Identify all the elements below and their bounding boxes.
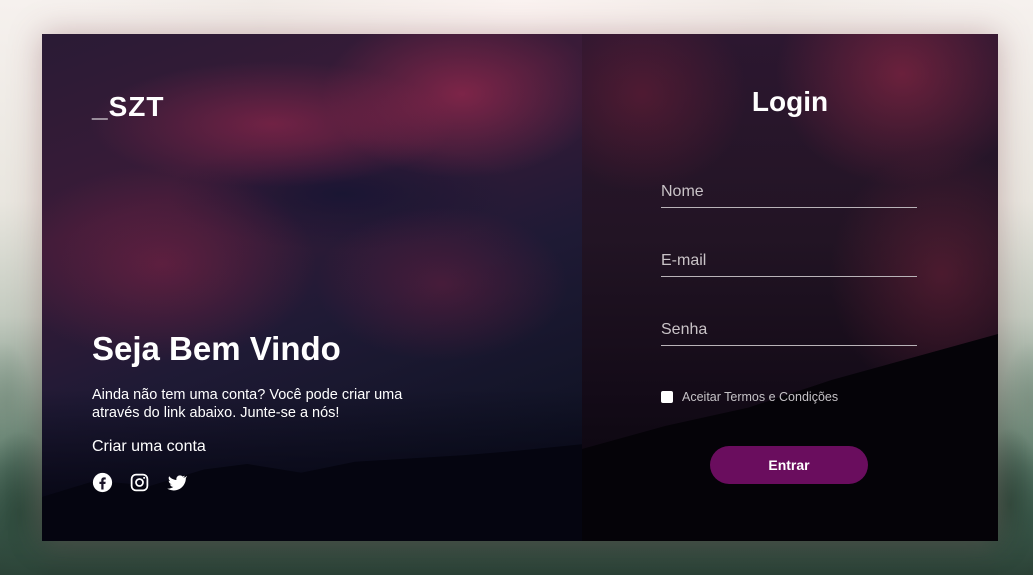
welcome-description: Ainda não tem uma conta? Você pode criar… (92, 387, 403, 421)
name-field (661, 176, 917, 208)
welcome-panel: _SZT Seja Bem Vindo Ainda não tem uma co… (42, 34, 582, 541)
password-input[interactable] (661, 314, 917, 345)
create-account-link[interactable]: Criar uma conta (92, 438, 206, 456)
terms-checkbox[interactable] (661, 391, 673, 403)
login-button[interactable]: Entrar (710, 446, 868, 484)
login-title: Login (751, 86, 829, 117)
login-panel: Login Aceitar Termos e Condições Entrar (582, 34, 998, 541)
facebook-icon[interactable] (92, 472, 113, 493)
email-field (661, 245, 917, 277)
social-links (92, 472, 187, 493)
welcome-title: Seja Bem Vindo (92, 330, 341, 367)
twitter-icon[interactable] (166, 472, 187, 493)
name-input[interactable] (661, 176, 917, 207)
terms-label: Aceitar Termos e Condições (682, 390, 839, 404)
instagram-icon[interactable] (129, 472, 150, 493)
brand-logo: _SZT (92, 91, 165, 122)
password-field (661, 314, 917, 346)
login-card: _SZT Seja Bem Vindo Ainda não tem uma co… (42, 34, 998, 541)
email-input[interactable] (661, 245, 917, 276)
terms-row: Aceitar Termos e Condições (661, 390, 838, 404)
